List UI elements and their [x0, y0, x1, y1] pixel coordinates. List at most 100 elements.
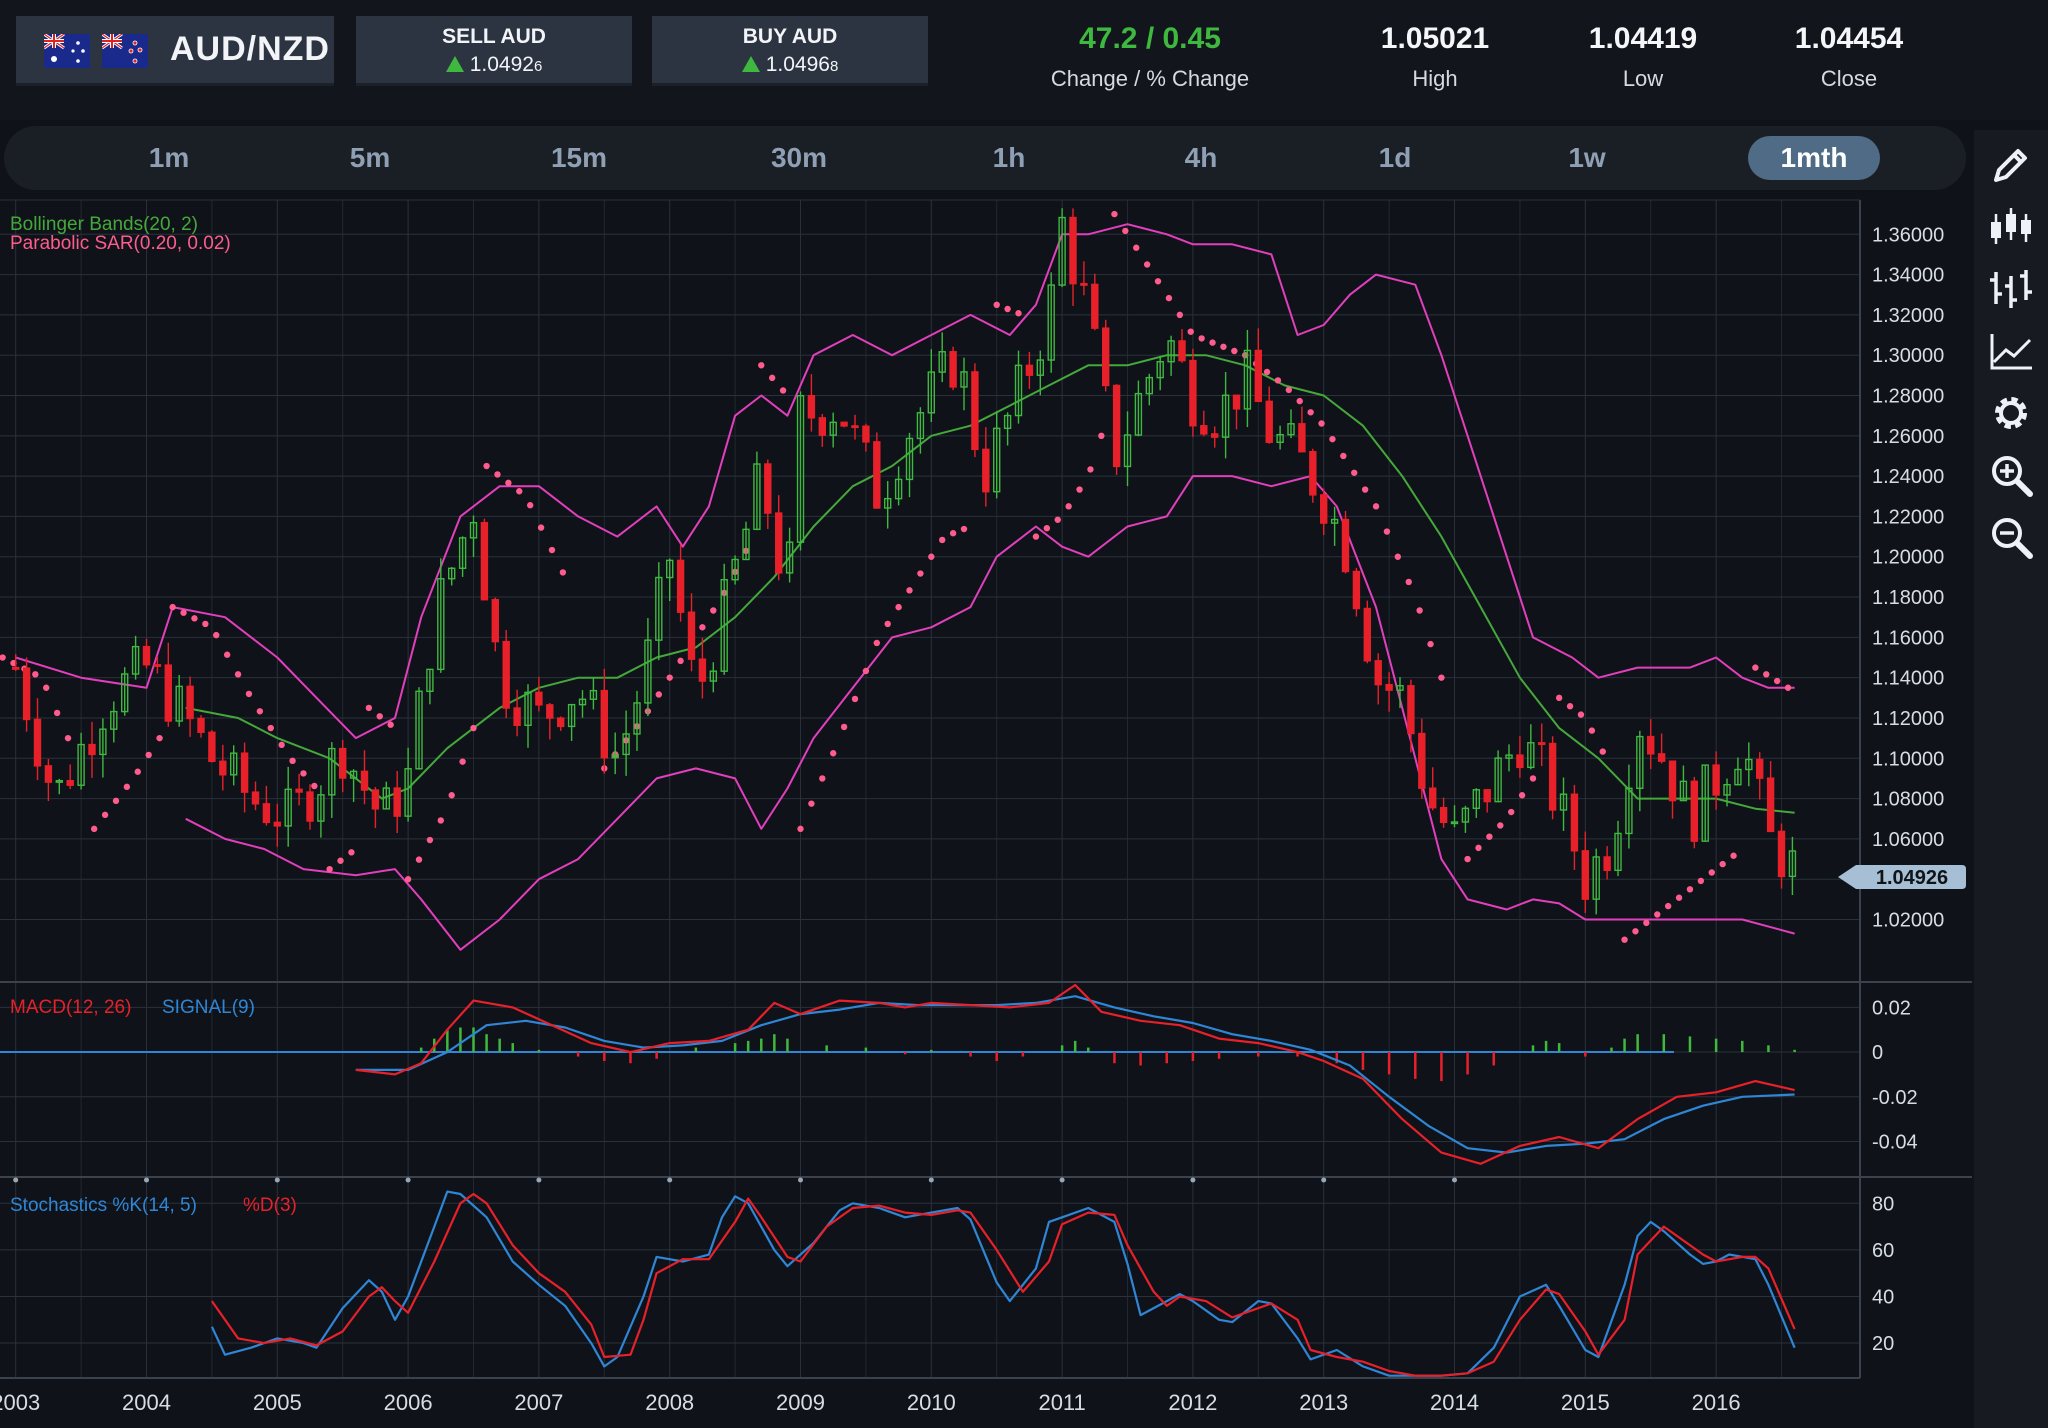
- candle-down: [1363, 607, 1372, 662]
- sar-dot: [537, 524, 545, 531]
- stoch-tick-label: 40: [1872, 1286, 1894, 1308]
- timeframe-4h[interactable]: 4h: [1176, 136, 1226, 180]
- candle-down: [1112, 384, 1121, 468]
- price-chart[interactable]: 1.36000 1.34000 1.32000 1.30000 1.28000 1.260…: [0, 196, 1972, 1428]
- sar-dot: [43, 684, 50, 691]
- sar-dot: [1497, 822, 1504, 829]
- candle-down: [862, 425, 870, 443]
- separator-marker: [274, 1177, 280, 1183]
- sar-dot: [1566, 703, 1574, 710]
- sar-dot: [993, 301, 1000, 309]
- candle-down: [262, 803, 271, 824]
- sar-dot: [1427, 640, 1434, 648]
- line-chart-icon[interactable]: [1986, 326, 2036, 376]
- zoom-out-icon[interactable]: [1986, 512, 2036, 562]
- low-stat: 1.04419 Low: [1568, 22, 1718, 92]
- currency-pair-selector[interactable]: AUD/NZD: [16, 16, 334, 86]
- sar-dot: [494, 471, 501, 478]
- candle-down: [1080, 282, 1088, 286]
- sell-price: 1.04926: [356, 53, 632, 77]
- candle-down: [1091, 283, 1099, 329]
- price-tick-label: 1.02000: [1872, 910, 1944, 932]
- sar-dot: [1773, 677, 1781, 685]
- candle-down: [371, 789, 380, 810]
- candle-down: [1232, 394, 1241, 410]
- sar-dot: [101, 811, 109, 819]
- low-value: 1.04419: [1588, 22, 1698, 55]
- sar-dot: [862, 667, 870, 675]
- buy-button[interactable]: BUY AUD 1.04968: [652, 16, 928, 86]
- bar-chart-icon[interactable]: [1986, 264, 2036, 314]
- sar-dot: [758, 362, 765, 369]
- candle-down: [22, 667, 31, 721]
- price-tick-label: 1.22000: [1872, 506, 1944, 528]
- candle-down: [1777, 830, 1786, 878]
- sar-dot: [1274, 377, 1282, 384]
- sar-dot: [1296, 397, 1303, 405]
- sar-dot: [655, 691, 663, 698]
- separator-marker: [1059, 1177, 1065, 1183]
- low-label: Low: [1622, 66, 1664, 91]
- timeframe-1mth[interactable]: 1mth: [1748, 136, 1880, 180]
- timeframe-5m[interactable]: 5m: [340, 136, 400, 180]
- stoch-tick-label: 60: [1872, 1240, 1894, 1262]
- sar-dot: [1351, 469, 1358, 476]
- sar-dot: [1475, 844, 1482, 852]
- candle-down: [164, 664, 172, 722]
- timeframe-1d[interactable]: 1d: [1370, 136, 1420, 180]
- candle-down: [1178, 340, 1186, 362]
- sar-dot: [1372, 503, 1380, 510]
- close-stat: 1.04454 Close: [1774, 22, 1924, 92]
- sar-dot: [1416, 607, 1423, 614]
- price-tick-label: 1.34000: [1872, 265, 1944, 287]
- sar-dot: [1621, 936, 1628, 943]
- separator-marker: [1452, 1177, 1458, 1183]
- sar-dot: [1318, 420, 1325, 427]
- sar-dot: [526, 502, 534, 509]
- candle-down: [480, 521, 489, 601]
- sar-dot: [1122, 227, 1129, 235]
- candle-down: [1581, 850, 1590, 900]
- sar-dot: [1015, 310, 1022, 317]
- sar-dot: [559, 569, 567, 576]
- bollinger-label: Bollinger Bands(20, 2): [10, 214, 198, 235]
- up-arrow-icon: [741, 56, 760, 72]
- sar-dot: [516, 488, 523, 495]
- signal-label: SIGNAL(9): [162, 997, 255, 1018]
- price-tick-label: 1.16000: [1872, 627, 1944, 649]
- buy-price: 1.04968: [652, 53, 928, 77]
- candle-down: [1570, 793, 1579, 852]
- gear-icon[interactable]: [1986, 388, 2036, 438]
- price-tick-label: 1.32000: [1872, 305, 1944, 327]
- price-tick-label: 1.12000: [1872, 708, 1944, 730]
- sar-dot: [289, 757, 296, 765]
- buy-price-pip: 8: [829, 58, 839, 75]
- sar-dot: [1263, 368, 1271, 376]
- sar-dot: [1697, 877, 1705, 885]
- sar-dot: [169, 603, 176, 611]
- sar-dot: [1111, 210, 1118, 218]
- sar-dot: [1361, 486, 1369, 493]
- timeframe-15m[interactable]: 15m: [544, 136, 614, 180]
- candlestick-icon[interactable]: [1986, 202, 2036, 252]
- timeframe-30m[interactable]: 30m: [764, 136, 834, 180]
- sar-dot: [851, 695, 859, 703]
- candle-down: [807, 394, 816, 419]
- candle-down: [44, 765, 53, 783]
- candle-down: [1418, 732, 1426, 789]
- pencil-icon[interactable]: [1986, 140, 2036, 190]
- sell-button[interactable]: SELL AUD 1.04926: [356, 16, 632, 86]
- stoch-d-line: [210, 1192, 1796, 1377]
- timeframe-1m[interactable]: 1m: [144, 136, 194, 180]
- candle-down: [818, 417, 827, 436]
- timeframe-1h[interactable]: 1h: [984, 136, 1034, 180]
- candle-down: [535, 691, 543, 706]
- x-tick-label: 2009: [776, 1390, 825, 1415]
- zoom-in-icon[interactable]: [1986, 450, 2036, 500]
- sar-dot: [1654, 911, 1661, 918]
- candle-down: [1254, 349, 1263, 403]
- sar-dot: [32, 671, 39, 678]
- sar-dot: [917, 570, 924, 577]
- timeframe-1w[interactable]: 1w: [1562, 136, 1612, 180]
- sar-dot: [1577, 711, 1585, 718]
